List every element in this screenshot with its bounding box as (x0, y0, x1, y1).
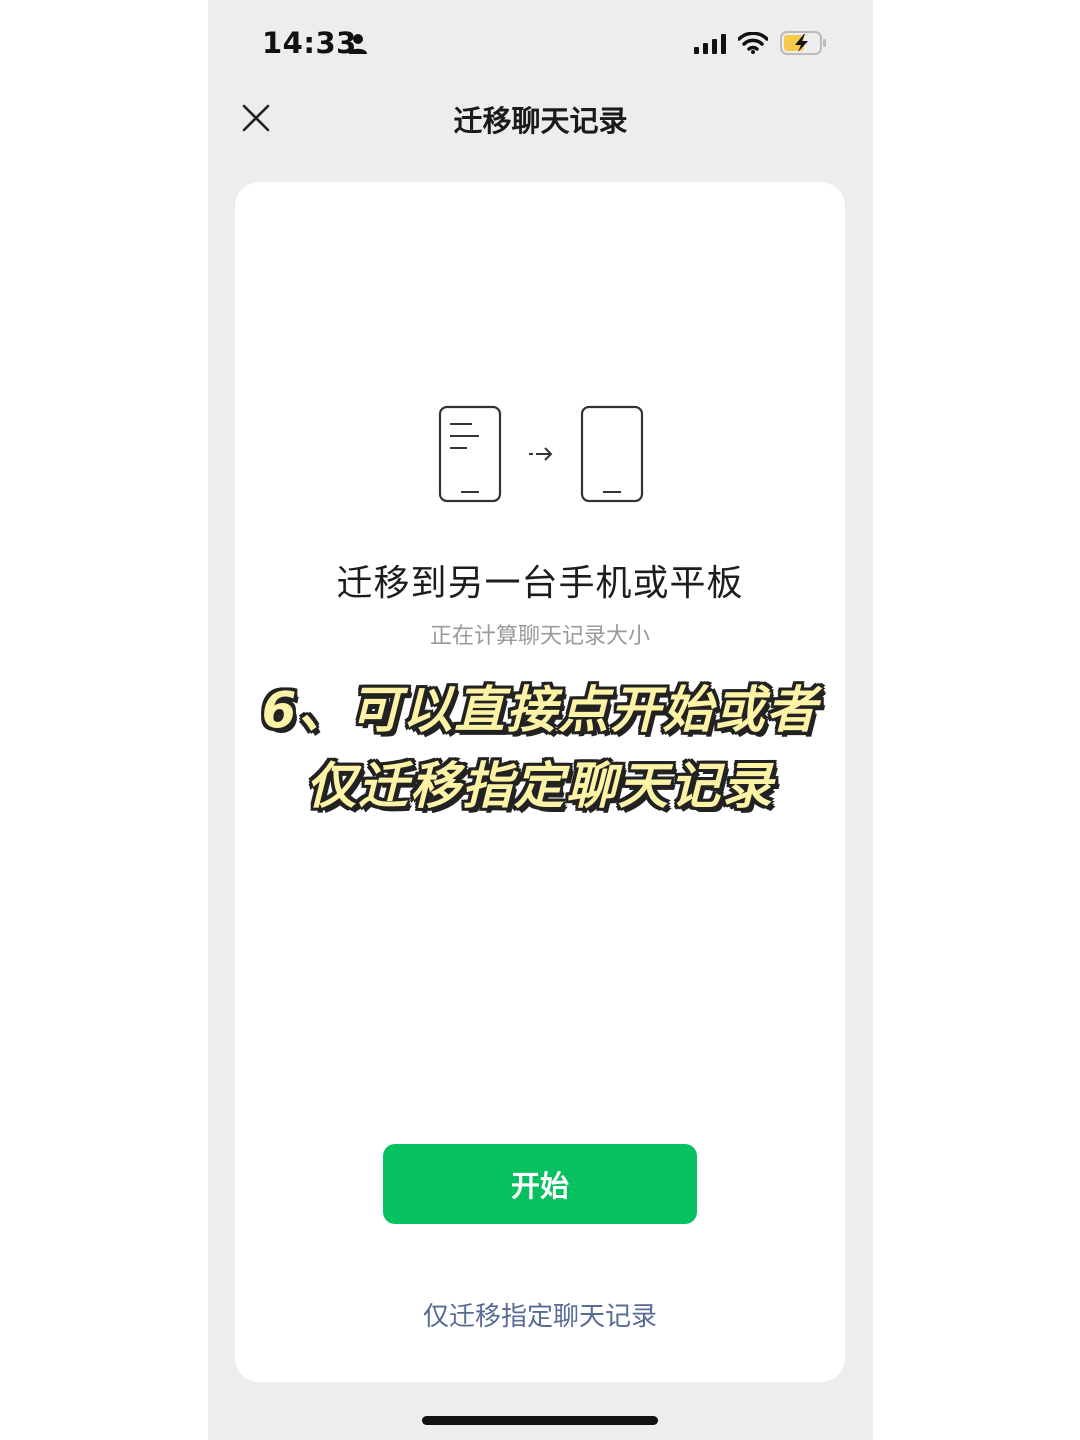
person-icon (349, 34, 367, 54)
phone-screen: 14:33 迁移聊天记录 迁移到另一台手机或平板 正在计算聊天记录大小 6、可以… (208, 0, 873, 1440)
tutorial-annotation: 6、可以直接点开始或者 仅迁移指定聊天记录 (235, 672, 845, 824)
calculating-status: 正在计算聊天记录大小 (429, 624, 650, 649)
annotation-line-1: 6、可以直接点开始或者 (261, 681, 819, 739)
battery-charging-icon (780, 31, 826, 55)
migration-card: 迁移到另一台手机或平板 正在计算聊天记录大小 6、可以直接点开始或者 仅迁移指定… (235, 182, 845, 1382)
annotation-line-2: 仅迁移指定聊天记录 (306, 757, 774, 815)
signal-icon (694, 34, 726, 54)
wifi-icon (738, 32, 768, 54)
page-title: 迁移聊天记录 (453, 104, 628, 138)
selective-migration-link[interactable]: 仅迁移指定聊天记录 (235, 1296, 845, 1333)
start-button[interactable]: 开始 (383, 1144, 697, 1224)
phone-with-text-icon (438, 405, 502, 503)
phone-blank-icon (580, 405, 644, 503)
migration-illustration (438, 405, 644, 503)
arrow-right-icon (529, 447, 553, 461)
home-indicator[interactable] (422, 1416, 658, 1425)
status-time: 14:33 (262, 26, 357, 60)
migration-title: 迁移到另一台手机或平板 (336, 563, 744, 604)
